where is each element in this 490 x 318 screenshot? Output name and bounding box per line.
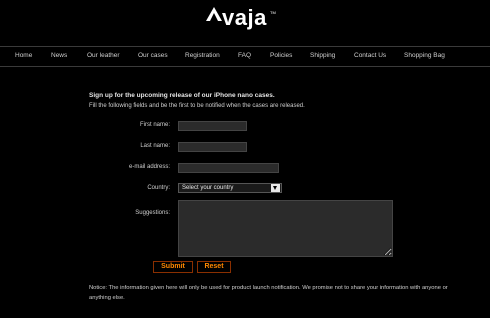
form-heading: Sign up for the upcoming release of our … (89, 92, 275, 99)
nav-contact-us[interactable]: Contact Us (354, 52, 386, 59)
nav-registration[interactable]: Registration (185, 52, 220, 59)
first-name-label: First name: (139, 122, 170, 128)
country-label: Country: (147, 185, 170, 191)
reset-button[interactable]: Reset (197, 261, 231, 273)
logo-trademark: TM (270, 10, 276, 15)
country-select[interactable]: Select your country (178, 183, 282, 193)
privacy-notice: Notice: The information given here will … (89, 285, 448, 301)
nav-our-leather[interactable]: Our leather (87, 52, 120, 59)
chevron-down-icon[interactable] (271, 184, 280, 192)
first-name-input[interactable] (178, 121, 247, 131)
last-name-input[interactable] (178, 142, 247, 152)
vaja-logo[interactable]: vaja TM (206, 5, 286, 30)
nav-news[interactable]: News (51, 52, 67, 59)
nav-policies[interactable]: Policies (270, 52, 292, 59)
nav-our-cases[interactable]: Our cases (138, 52, 168, 59)
nav-faq[interactable]: FAQ (238, 52, 251, 59)
logo-text: vaja (222, 5, 267, 30)
email-input[interactable] (178, 163, 279, 173)
form-subheading: Fill the following fields and be the fir… (89, 103, 305, 109)
country-select-value: Select your country (182, 185, 234, 191)
nav-shipping[interactable]: Shipping (310, 52, 335, 59)
suggestions-label: Suggestions: (135, 210, 170, 216)
email-label: e-mail address: (128, 164, 170, 170)
suggestions-textarea[interactable] (178, 200, 393, 257)
submit-button[interactable]: Submit (153, 261, 193, 273)
nav-home[interactable]: Home (15, 52, 32, 59)
logo-mark-icon (206, 7, 222, 21)
last-name-label: Last name: (140, 143, 170, 149)
nav-shopping-bag[interactable]: Shopping Bag (404, 52, 445, 59)
main-nav: Home News Our leather Our cases Registra… (0, 46, 490, 67)
